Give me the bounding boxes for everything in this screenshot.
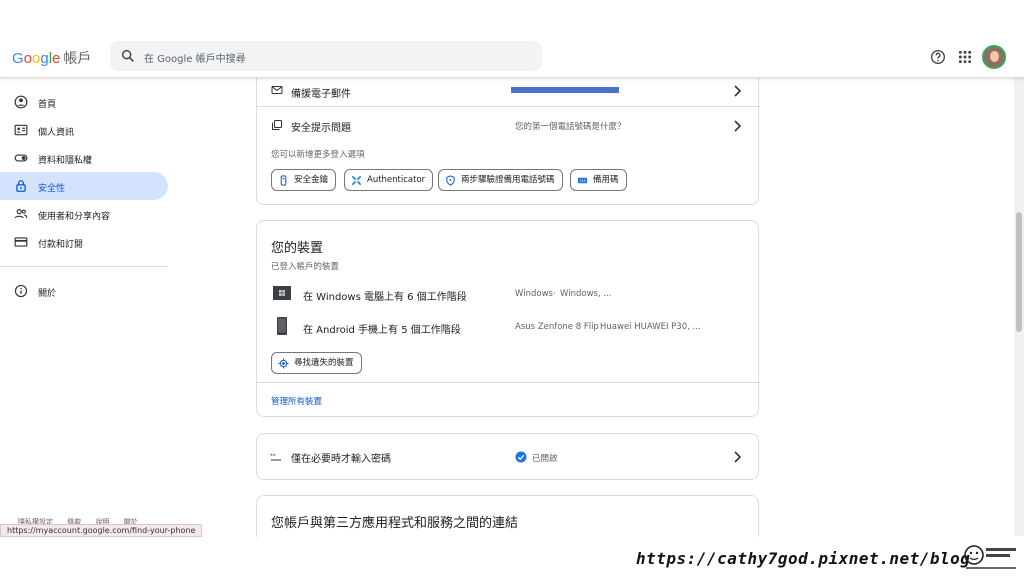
chip-label: Authenticator — [367, 175, 426, 185]
password-dots-icon: ** — [270, 454, 281, 461]
chip-label: 安全金鑰 — [294, 175, 329, 185]
sidebar-item-security[interactable]: 安全性 — [0, 172, 168, 200]
laptop-icon — [273, 286, 291, 300]
svg-text:**: ** — [270, 454, 276, 460]
blog-watermark: https://cathy7god.pixnet.net/blog — [636, 549, 971, 568]
credit-card-icon — [14, 237, 28, 247]
people-icon — [14, 209, 28, 219]
sidebar-item-label: 資料和隱私權 — [38, 156, 93, 166]
sidebar-item-people-sharing[interactable]: 使用者和分享內容 — [0, 200, 168, 228]
authenticator-icon — [352, 176, 361, 185]
row-divider — [257, 382, 760, 383]
device-label: 在 Android 手機上有 5 個工作階段 — [303, 325, 461, 336]
device-detail-separator: · — [553, 289, 556, 299]
device-row-windows[interactable]: 在 Windows 電腦上有 6 個工作階段 Windows · Windows… — [257, 281, 760, 309]
manage-devices-link[interactable]: 管理所有裝置 — [271, 395, 322, 407]
sidebar-item-home[interactable]: 首頁 — [0, 88, 168, 116]
help-icon[interactable] — [930, 49, 946, 65]
device-detail-separator: · — [593, 322, 596, 332]
scrollbar-thumb[interactable] — [1016, 212, 1022, 332]
device-detail-secondary: Windows, ... — [560, 289, 612, 299]
shield-icon — [446, 175, 455, 186]
security-question-row[interactable]: 安全提示問題 您的第一個電話號碼是什麼？ — [257, 109, 760, 141]
check-circle-icon — [515, 451, 527, 463]
status-badge: 已開啟 — [532, 454, 558, 464]
sidebar-item-label: 使用者和分享內容 — [38, 212, 111, 222]
devices-card: 您的裝置 已登入帳戶的裝置 在 Windows 電腦上有 6 個工作階段 Win… — [256, 220, 760, 417]
svg-text:123: 123 — [579, 179, 585, 183]
info-icon — [14, 284, 28, 298]
device-detail-primary: Asus Zenfone 8 Flip — [515, 322, 599, 332]
device-row-android[interactable]: 在 Android 手機上有 5 個工作階段 Asus Zenfone 8 Fl… — [257, 314, 760, 342]
security-key-chip[interactable]: 安全金鑰 — [271, 169, 337, 191]
chevron-right-icon — [734, 451, 742, 463]
sidebar-item-label: 首頁 — [38, 100, 57, 110]
home-icon — [14, 95, 28, 109]
sidebar-item-payments[interactable]: 付款和訂閱 — [0, 228, 168, 256]
authenticator-chip[interactable]: Authenticator — [344, 169, 434, 191]
google-account-logo[interactable]: Google 帳戶 — [12, 48, 91, 68]
backup-phone-chip[interactable]: 兩步驟驗證備用電話號碼 — [438, 169, 563, 191]
sidebar-item-label: 安全性 — [38, 184, 66, 194]
logo-suffix: 帳戶 — [63, 50, 92, 66]
sidebar-item-label: 關於 — [38, 289, 57, 299]
password-card[interactable]: ** 僅在必要時才輸入密碼 已開啟 — [256, 433, 759, 480]
device-detail-secondary: Huawei HUAWEI P30, ... — [600, 322, 701, 332]
backup-codes-icon: 123 — [577, 177, 588, 184]
google-wordmark: Google — [12, 50, 61, 67]
find-device-button[interactable]: 尋找遺失的裝置 — [271, 352, 362, 374]
top-app-bar: Google 帳戶 在 Google 帳戶中搜尋 — [0, 0, 1024, 78]
security-key-icon — [280, 175, 287, 186]
chip-label: 備用碼 — [593, 175, 619, 185]
avatar[interactable] — [982, 45, 1006, 69]
backup-codes-chip[interactable]: 123 備用碼 — [570, 169, 627, 191]
more-options-text: 您可以新增更多登入選項 — [271, 150, 365, 160]
row-divider — [257, 106, 760, 107]
chevron-right-icon — [734, 85, 742, 97]
devices-title: 您的裝置 — [271, 241, 324, 256]
copy-icon — [272, 120, 282, 130]
id-card-icon — [14, 124, 28, 136]
apps-grid-icon[interactable] — [957, 49, 973, 65]
phone-icon — [277, 317, 287, 335]
locate-icon — [278, 358, 289, 369]
blog-logo-icon — [964, 545, 1016, 569]
chip-label: 兩步驟驗證備用電話號碼 — [461, 175, 555, 185]
button-label: 尋找遺失的裝置 — [294, 358, 354, 368]
redacted-email-bar — [511, 87, 619, 93]
search-icon — [121, 49, 134, 62]
vertical-scrollbar[interactable] — [1014, 78, 1024, 536]
sidebar-item-data-privacy[interactable]: 資料和隱私權 — [0, 144, 168, 172]
devices-subtitle: 已登入帳戶的裝置 — [271, 262, 340, 272]
sidebar-divider — [0, 266, 168, 267]
lock-icon — [16, 180, 26, 192]
sidebar-item-personal-info[interactable]: 個人資訊 — [0, 116, 168, 144]
backup-email-row[interactable]: 備援電子郵件 — [257, 75, 760, 107]
backup-email-label: 備援電子郵件 — [291, 89, 351, 100]
mail-icon — [271, 86, 283, 94]
avatar-face — [990, 51, 999, 62]
sidebar-item-label: 個人資訊 — [38, 128, 75, 138]
third-party-title: 您帳戶與第三方應用程式和服務之間的連結 — [271, 516, 519, 531]
status-bar-url: https://myaccount.google.com/find-your-p… — [0, 524, 203, 537]
sidebar-nav: 首頁 個人資訊 資料和隱私權 安全性 使用者和分享內容 付款和訂閱 關於 — [0, 88, 180, 305]
sidebar-item-about[interactable]: 關於 — [0, 277, 168, 305]
search-input[interactable]: 在 Google 帳戶中搜尋 — [110, 41, 542, 71]
security-question-label: 安全提示問題 — [291, 123, 351, 134]
chevron-right-icon — [734, 120, 742, 132]
sidebar-item-label: 付款和訂閱 — [38, 240, 84, 250]
security-question-value: 您的第一個電話號碼是什麼？ — [515, 122, 626, 132]
search-placeholder: 在 Google 帳戶中搜尋 — [144, 54, 246, 65]
toggle-icon — [14, 154, 28, 162]
device-detail-primary: Windows — [515, 289, 553, 299]
password-setting-label: 僅在必要時才輸入密碼 — [291, 454, 391, 465]
device-label: 在 Windows 電腦上有 6 個工作階段 — [303, 292, 467, 303]
